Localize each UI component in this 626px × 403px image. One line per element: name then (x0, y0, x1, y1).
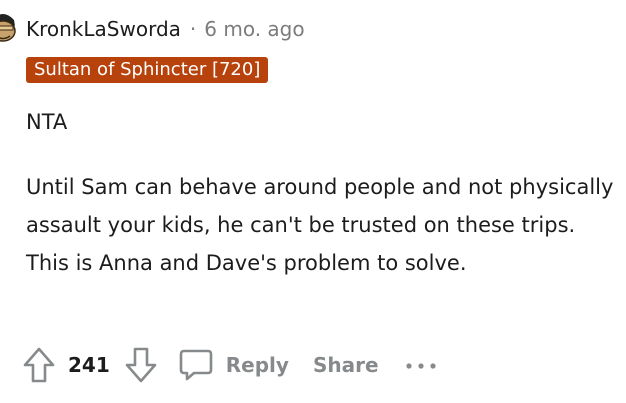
downvote-button[interactable] (124, 346, 158, 384)
user-flair: Sultan of Sphincter [720] (26, 57, 269, 83)
more-options-icon (405, 362, 436, 369)
username-link[interactable]: KronkLaSworda (26, 17, 181, 41)
reply-button[interactable]: Reply (178, 347, 289, 383)
share-button[interactable]: Share (313, 353, 379, 377)
more-options-button[interactable] (405, 356, 437, 375)
comment-paragraph: NTA (26, 110, 68, 134)
avatar-icon (0, 14, 16, 42)
timestamp-link[interactable]: 6 mo. ago (204, 17, 304, 41)
comment-bubble-icon (179, 349, 213, 381)
comment-header: KronkLaSworda · 6 mo. ago (26, 15, 305, 43)
vote-score: 241 (68, 353, 110, 377)
reply-label: Reply (225, 353, 289, 377)
downvote-arrow-icon (125, 347, 157, 383)
separator-dot: · (189, 17, 197, 41)
upvote-button[interactable] (22, 346, 56, 384)
avatar[interactable] (0, 10, 18, 46)
comment-action-bar: 241 Reply Share (22, 342, 437, 388)
upvote-arrow-icon (23, 347, 55, 383)
comment-paragraph: Until Sam can behave around people and n… (26, 175, 614, 275)
